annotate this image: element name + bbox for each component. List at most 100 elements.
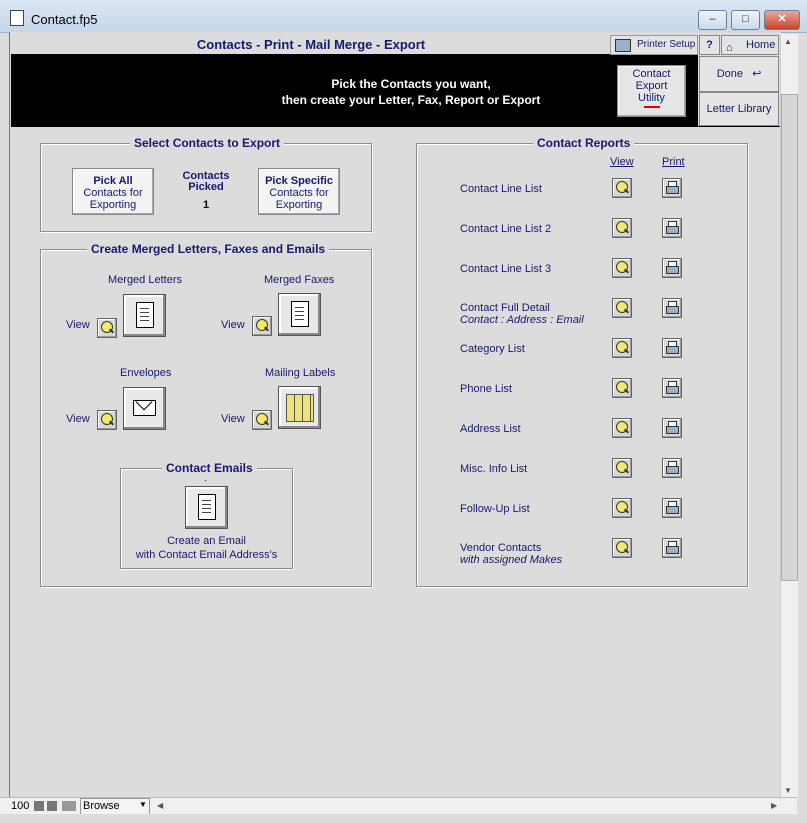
- pick-specific-button[interactable]: Pick Specific Contacts for Exporting: [258, 168, 340, 215]
- pick-specific-label: Pick Specific: [265, 175, 333, 187]
- report-print-icon[interactable]: [662, 458, 682, 478]
- report-label: Contact Line List: [460, 183, 542, 195]
- window-statusbar: [0, 814, 807, 823]
- close-button[interactable]: ✕: [764, 10, 800, 30]
- envelopes-view-icon[interactable]: [97, 410, 117, 430]
- pick-specific-line-3: Exporting: [275, 199, 323, 211]
- merged-letters-view-icon[interactable]: [97, 318, 117, 338]
- mailing-labels-view-label: View: [221, 413, 245, 425]
- header-divider: [11, 126, 780, 127]
- report-view-icon[interactable]: [612, 378, 632, 398]
- reports-print-column-header: Print: [662, 156, 685, 168]
- report-view-icon[interactable]: [612, 178, 632, 198]
- done-label: Done: [716, 68, 743, 80]
- report-sublabel: Contact : Address : Email: [460, 314, 584, 326]
- zoom-out-icon[interactable]: [34, 801, 44, 811]
- report-print-icon[interactable]: [662, 378, 682, 398]
- home-button[interactable]: ⌂ Home: [721, 35, 779, 55]
- mailing-labels-label: Mailing Labels: [265, 367, 336, 379]
- home-label: Home: [746, 39, 776, 51]
- report-sublabel: with assigned Makes: [460, 554, 563, 566]
- pick-specific-line-2: Contacts for: [269, 187, 329, 199]
- bottom-toolbar: 100 Browse ▼ ◀ ▶: [0, 797, 797, 815]
- report-print-icon[interactable]: [662, 418, 682, 438]
- mode-select[interactable]: Browse ▼: [80, 798, 150, 815]
- pick-all-label: Pick All: [93, 175, 133, 187]
- export-utility-line-3: Utility: [638, 92, 665, 104]
- report-print-icon[interactable]: [662, 338, 682, 358]
- merged-faxes-view-icon[interactable]: [252, 316, 272, 336]
- merge-group-title: Create Merged Letters, Faxes and Emails: [87, 242, 330, 256]
- pick-all-button[interactable]: Pick All Contacts for Exporting: [72, 168, 154, 215]
- report-label: Phone List: [460, 383, 512, 395]
- return-arrow-icon: ↩: [752, 68, 762, 80]
- mailing-labels-grid-icon[interactable]: [278, 386, 321, 429]
- export-utility-line-1: Contact: [632, 68, 671, 80]
- merged-letters-label: Merged Letters: [108, 274, 182, 286]
- zoom-level[interactable]: 100: [11, 800, 29, 812]
- minimize-button[interactable]: –: [698, 10, 727, 30]
- scroll-up-arrow-icon[interactable]: ▲: [784, 37, 792, 46]
- scroll-left-arrow-icon[interactable]: ◀: [157, 801, 163, 810]
- report-label: Contact Line List 3: [460, 263, 552, 275]
- contact-export-utility-button[interactable]: Contact Export Utility: [617, 65, 686, 117]
- report-print-icon[interactable]: [662, 498, 682, 518]
- printer-icon: [615, 39, 631, 52]
- report-print-icon[interactable]: [662, 258, 682, 278]
- help-button[interactable]: ?: [699, 35, 720, 55]
- report-print-icon[interactable]: [662, 178, 682, 198]
- merged-faxes-document-icon[interactable]: [278, 293, 321, 336]
- report-print-icon[interactable]: [662, 538, 682, 558]
- scroll-thumb[interactable]: [781, 94, 798, 581]
- contacts-picked-label-2: Picked: [188, 181, 224, 193]
- printer-setup-label: Printer Setup: [637, 39, 696, 50]
- file-document-icon: [10, 10, 24, 26]
- contact-emails-dot: .: [204, 472, 208, 484]
- email-label-line-1: Create an Email: [167, 535, 246, 547]
- report-view-icon[interactable]: [612, 258, 632, 278]
- scroll-down-arrow-icon[interactable]: ▼: [784, 786, 792, 795]
- instruction-line-1: Pick the Contacts you want,: [331, 77, 491, 91]
- contact-emails-title: Contact Emails: [162, 461, 257, 475]
- report-print-icon[interactable]: [662, 298, 682, 318]
- report-view-icon[interactable]: [612, 538, 632, 558]
- done-button[interactable]: Done ↩: [699, 56, 779, 92]
- scroll-right-arrow-icon[interactable]: ▶: [771, 801, 777, 810]
- printer-setup-button[interactable]: Printer Setup: [610, 35, 698, 55]
- email-label-line-2: with Contact Email Address's: [135, 549, 278, 561]
- report-view-icon[interactable]: [612, 418, 632, 438]
- merged-letters-view-label: View: [66, 319, 90, 331]
- status-area-toggle-icon[interactable]: [62, 801, 76, 811]
- report-label: Follow-Up List: [460, 503, 530, 515]
- report-label: Address List: [460, 423, 521, 435]
- instruction-band: Pick the Contacts you want, then create …: [11, 55, 698, 126]
- zoom-in-icon[interactable]: [47, 801, 57, 811]
- report-print-icon[interactable]: [662, 218, 682, 238]
- pick-all-line-2: Contacts for: [83, 187, 143, 199]
- report-view-icon[interactable]: [612, 338, 632, 358]
- envelopes-view-label: View: [66, 413, 90, 425]
- window-titlebar: [0, 0, 807, 33]
- maximize-button[interactable]: □: [731, 10, 760, 30]
- instruction-line-2: then create your Letter, Fax, Report or …: [281, 93, 541, 107]
- merged-faxes-label: Merged Faxes: [264, 274, 335, 286]
- page-title: Contacts - Print - Mail Merge - Export: [196, 37, 426, 52]
- report-label: Misc. Info List: [460, 463, 528, 475]
- merged-faxes-view-label: View: [221, 319, 245, 331]
- letter-library-button[interactable]: Letter Library: [699, 92, 779, 126]
- report-view-icon[interactable]: [612, 218, 632, 238]
- report-view-icon[interactable]: [612, 498, 632, 518]
- home-icon: ⌂: [726, 42, 733, 54]
- export-arrow-icon: [644, 106, 660, 108]
- envelope-icon[interactable]: [123, 387, 166, 430]
- report-view-icon[interactable]: [612, 298, 632, 318]
- vertical-scrollbar[interactable]: ▲ ▼: [780, 34, 798, 798]
- contacts-picked-count: 1: [202, 199, 210, 211]
- mailing-labels-view-icon[interactable]: [252, 410, 272, 430]
- mode-select-value: Browse: [83, 800, 120, 812]
- window-title: Contact.fp5: [31, 12, 98, 27]
- email-document-icon[interactable]: [185, 486, 228, 529]
- report-view-icon[interactable]: [612, 458, 632, 478]
- chevron-down-icon: ▼: [139, 800, 147, 809]
- merged-letters-document-icon[interactable]: [123, 294, 166, 337]
